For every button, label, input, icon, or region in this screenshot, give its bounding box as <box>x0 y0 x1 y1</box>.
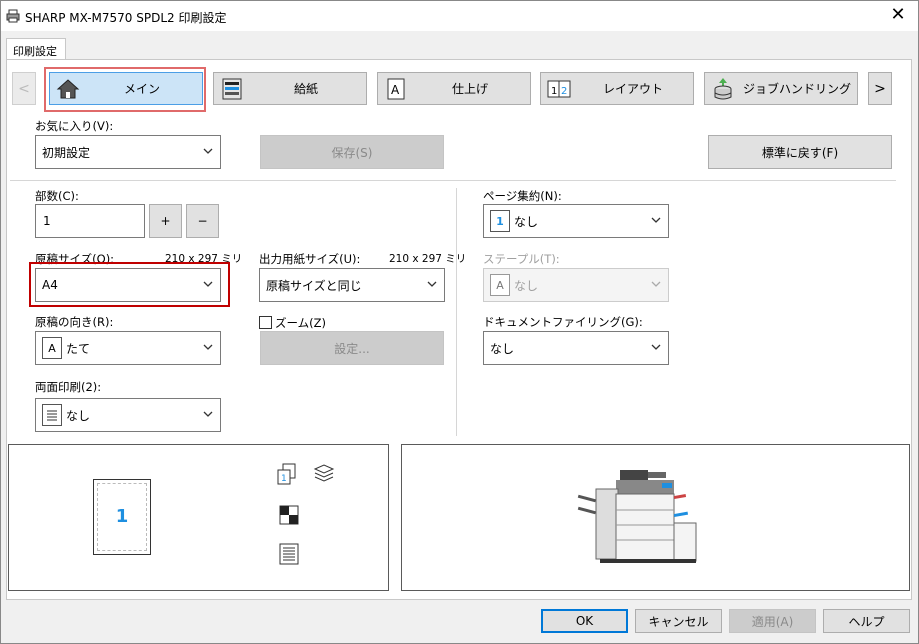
duplex-label: 両面印刷(2): <box>35 380 102 394</box>
copies-increment-button[interactable]: + <box>149 204 182 238</box>
page-one-icon: 1 <box>490 210 510 232</box>
copies-input[interactable]: 1 <box>35 204 145 238</box>
nav-tab-job-handling[interactable]: ジョブハンドリング <box>704 72 858 105</box>
single-sided-preview-icon <box>279 543 299 565</box>
nav-tab-finishing-label: 仕上げ <box>451 82 488 96</box>
ok-button[interactable]: OK <box>541 609 628 633</box>
document-filing-label: ドキュメントファイリング(G): <box>483 315 643 329</box>
color-mode-icon <box>279 505 299 525</box>
reset-defaults-button[interactable]: 標準に戻す(F) <box>708 135 892 169</box>
staple-icon: A <box>490 274 510 296</box>
original-size-highlight <box>29 262 230 307</box>
svg-text:1: 1 <box>281 474 287 484</box>
favorites-label: お気に入り(V): <box>35 119 114 133</box>
stack-icon <box>313 464 335 482</box>
printer-icon <box>6 9 20 23</box>
nav-next-button[interactable]: > <box>868 72 892 105</box>
nav-prev-button[interactable]: < <box>12 72 36 105</box>
chevron-down-icon <box>203 411 213 417</box>
job-handling-icon <box>709 75 737 103</box>
help-button[interactable]: ヘルプ <box>823 609 910 633</box>
duplex-dropdown[interactable]: なし <box>35 398 221 432</box>
chevron-down-icon <box>427 281 437 287</box>
save-button[interactable]: 保存(S) <box>260 135 444 169</box>
close-button[interactable]: ✕ <box>888 5 908 25</box>
apply-button[interactable]: 適用(A) <box>729 609 816 633</box>
title-bar: SHARP MX-M7570 SPDL2 印刷設定 ✕ <box>0 0 919 31</box>
duplex-value: なし <box>66 408 91 423</box>
finishing-icon: A <box>382 75 410 103</box>
staple-value: なし <box>514 278 539 293</box>
nav-tab-job-handling-label: ジョブハンドリング <box>742 82 851 96</box>
staple-label: ステープル(T): <box>483 252 560 266</box>
divider <box>10 180 896 181</box>
page-preview: 1 1 <box>8 444 389 591</box>
chevron-down-icon <box>651 281 661 287</box>
zoom-checkbox[interactable] <box>259 316 272 329</box>
orientation-value: たて <box>66 341 91 356</box>
nav-tab-paper[interactable]: 給紙 <box>213 72 367 105</box>
svg-text:A: A <box>391 83 400 97</box>
svg-text:1: 1 <box>551 86 557 97</box>
nav-tab-layout[interactable]: 12 レイアウト <box>540 72 694 105</box>
tab-print-settings[interactable]: 印刷設定 <box>6 38 66 60</box>
paper-tray-icon <box>218 75 246 103</box>
orientation-label: 原稿の向き(R): <box>35 315 114 329</box>
window-title: SHARP MX-M7570 SPDL2 印刷設定 <box>25 11 227 25</box>
nav-tab-paper-label: 給紙 <box>293 82 318 96</box>
zoom-settings-button[interactable]: 設定... <box>260 331 444 365</box>
favorites-dropdown[interactable]: 初期設定 <box>35 135 221 169</box>
portrait-icon: A <box>42 337 62 359</box>
layout-icon: 12 <box>545 75 573 103</box>
output-size-dims: 210 x 297 ミリ <box>389 253 467 265</box>
output-size-dropdown[interactable]: 原稿サイズと同じ <box>259 268 445 302</box>
column-divider <box>456 188 457 436</box>
copies-decrement-button[interactable]: − <box>186 204 219 238</box>
chevron-down-icon <box>203 148 213 154</box>
nav-tab-finishing[interactable]: A 仕上げ <box>377 72 531 105</box>
printer-preview <box>401 444 910 591</box>
document-filing-value: なし <box>490 341 515 356</box>
output-size-value: 原稿サイズと同じ <box>266 278 362 293</box>
chevron-down-icon <box>651 217 661 223</box>
page-thumbnail: 1 <box>93 479 151 555</box>
zoom-label: ズーム(Z) <box>275 316 327 330</box>
staple-dropdown[interactable]: A なし <box>483 268 669 302</box>
collate-icon: 1 <box>277 463 296 485</box>
cancel-button[interactable]: キャンセル <box>635 609 722 633</box>
favorites-value: 初期設定 <box>42 145 91 160</box>
n-up-label: ページ集約(N): <box>483 189 562 203</box>
single-sided-icon <box>42 404 62 426</box>
svg-text:2: 2 <box>561 86 567 97</box>
nav-tab-layout-label: レイアウト <box>602 82 663 96</box>
output-size-label: 出力用紙サイズ(U): <box>259 252 361 266</box>
copies-label: 部数(C): <box>35 189 79 203</box>
chevron-down-icon <box>203 344 213 350</box>
orientation-dropdown[interactable]: A たて <box>35 331 221 365</box>
document-filing-dropdown[interactable]: なし <box>483 331 669 365</box>
chevron-down-icon <box>651 344 661 350</box>
selected-highlight <box>44 67 206 112</box>
n-up-value: なし <box>514 214 539 229</box>
n-up-dropdown[interactable]: 1 なし <box>483 204 669 238</box>
page-number: 1 <box>115 506 129 527</box>
printer-illustration <box>577 470 697 563</box>
